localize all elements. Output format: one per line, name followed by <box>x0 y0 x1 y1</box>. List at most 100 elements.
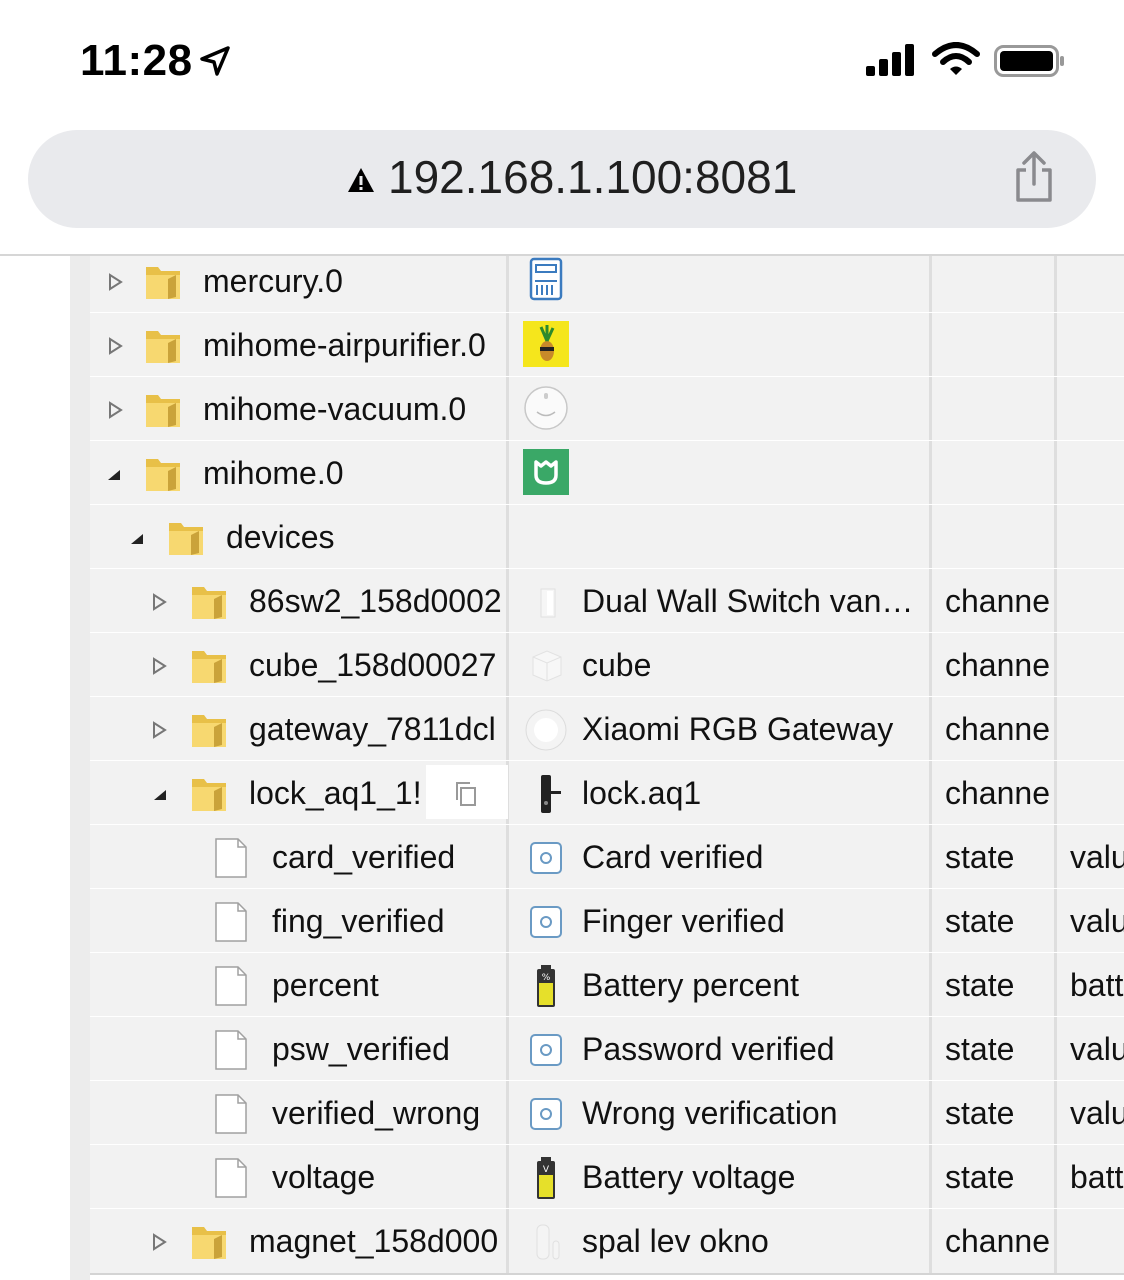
expand-arrow-icon[interactable] <box>150 657 168 675</box>
row-type: state <box>945 967 1015 1003</box>
title-cell <box>509 313 932 377</box>
battery-percent-icon: % <box>537 965 555 1007</box>
type-cell: channe <box>932 697 1057 761</box>
name-cell: psw_verified <box>90 1017 509 1081</box>
role-cell <box>1057 761 1124 825</box>
role-cell <box>1057 377 1124 441</box>
gateway-icon <box>525 709 567 751</box>
collapse-arrow-icon[interactable] <box>150 785 168 803</box>
row-title: Battery percent <box>582 967 799 1003</box>
title-cell <box>509 377 932 441</box>
table-row[interactable]: magnet_158d000 spal lev okno channe <box>90 1208 1124 1275</box>
name-cell: verified_wrong <box>90 1081 509 1145</box>
collapse-arrow-icon[interactable] <box>104 465 122 483</box>
title-cell: cube <box>509 633 932 697</box>
expand-arrow-icon[interactable] <box>150 1233 168 1251</box>
name-cell: card_verified <box>90 825 509 889</box>
share-icon[interactable] <box>1012 150 1056 204</box>
expand-arrow-icon[interactable] <box>150 721 168 739</box>
name-cell: mercury.0 <box>90 256 509 313</box>
table-row[interactable]: psw_verified Password verified state val… <box>90 1016 1124 1083</box>
row-type: channe <box>945 583 1050 619</box>
role-cell <box>1057 256 1124 313</box>
row-role: batt <box>1070 967 1124 1003</box>
row-title: Card verified <box>582 839 764 875</box>
title-cell: lock.aq1 <box>509 761 932 825</box>
row-name: cube_158d00027 <box>249 647 497 683</box>
expand-arrow-icon[interactable] <box>106 273 124 291</box>
state-indicator-icon <box>530 1098 562 1130</box>
name-cell: mihome-vacuum.0 <box>90 377 509 441</box>
table-row[interactable]: mihome-vacuum.0 <box>90 376 1124 443</box>
folder-icon <box>146 331 180 363</box>
cube-icon <box>532 650 562 682</box>
table-row[interactable]: cube_158d00027 cube channe <box>90 632 1124 699</box>
table-row[interactable]: lock_aq1_1! lock.aq1 channe <box>90 760 1124 827</box>
table-row[interactable]: fing_verified Finger verified state valu <box>90 888 1124 955</box>
table-row[interactable]: mercury.0 <box>90 256 1124 315</box>
title-cell <box>509 505 932 569</box>
folder-icon <box>192 715 226 747</box>
folder-icon <box>146 395 180 427</box>
row-title: Wrong verification <box>582 1095 838 1131</box>
folder-icon <box>169 523 203 555</box>
row-role: batt <box>1070 1159 1124 1195</box>
folder-icon <box>192 651 226 683</box>
folder-icon <box>192 1227 226 1259</box>
table-gutter <box>70 256 90 1280</box>
table-row[interactable]: gateway_7811dcl Xiaomi RGB Gateway chann… <box>90 696 1124 763</box>
address-bar[interactable]: 192.168.1.100:8081 <box>28 130 1096 228</box>
file-icon <box>215 1158 247 1198</box>
type-cell <box>932 256 1057 313</box>
row-type: state <box>945 903 1015 939</box>
role-cell <box>1057 697 1124 761</box>
table-row[interactable]: verified_wrong Wrong verification state … <box>90 1080 1124 1147</box>
title-cell: % Battery percent <box>509 953 932 1017</box>
type-cell: state <box>932 1017 1057 1081</box>
table-row[interactable]: 86sw2_158d0002 Dual Wall Switch van… cha… <box>90 568 1124 635</box>
table-row[interactable]: voltage V Battery voltage state batt <box>90 1144 1124 1211</box>
title-cell: Password verified <box>509 1017 932 1081</box>
role-cell <box>1057 633 1124 697</box>
state-indicator-icon <box>530 1034 562 1066</box>
row-name: verified_wrong <box>272 1095 481 1131</box>
table-row[interactable]: mihome.0 <box>90 440 1124 507</box>
expand-arrow-icon[interactable] <box>150 593 168 611</box>
name-cell: lock_aq1_1! <box>90 761 509 825</box>
table-row[interactable]: card_verified Card verified state valu <box>90 824 1124 891</box>
title-cell: Wrong verification <box>509 1081 932 1145</box>
table-row[interactable]: devices <box>90 504 1124 571</box>
role-cell <box>1057 1209 1124 1273</box>
title-cell <box>509 256 932 313</box>
role-cell <box>1057 441 1124 505</box>
role-cell <box>1057 569 1124 633</box>
status-bar: 11:28 <box>0 0 1124 120</box>
type-cell <box>932 313 1057 377</box>
role-cell <box>1057 313 1124 377</box>
folder-icon <box>192 587 226 619</box>
row-title: Password verified <box>582 1031 835 1067</box>
row-role: valu <box>1070 903 1124 939</box>
row-type: state <box>945 839 1015 875</box>
name-cell: magnet_158d000 <box>90 1209 509 1273</box>
name-cell: mihome.0 <box>90 441 509 505</box>
expand-arrow-icon[interactable] <box>106 337 124 355</box>
role-cell <box>1057 505 1124 569</box>
row-name: devices <box>226 519 335 555</box>
state-indicator-icon <box>530 906 562 938</box>
type-cell: state <box>932 1145 1057 1209</box>
row-role: valu <box>1070 1095 1124 1131</box>
name-cell: percent <box>90 953 509 1017</box>
name-cell: cube_158d00027 <box>90 633 509 697</box>
table-row[interactable]: percent % Battery percent state batt <box>90 952 1124 1019</box>
row-title: Dual Wall Switch van… <box>582 583 914 619</box>
table-row[interactable]: mihome-airpurifier.0 <box>90 312 1124 379</box>
copy-id-button[interactable] <box>426 765 508 819</box>
collapse-arrow-icon[interactable] <box>127 529 145 547</box>
type-cell <box>932 377 1057 441</box>
expand-arrow-icon[interactable] <box>106 401 124 419</box>
name-cell: fing_verified <box>90 889 509 953</box>
row-title: Finger verified <box>582 903 785 939</box>
url-text[interactable]: 192.168.1.100:8081 <box>388 150 797 204</box>
svg-text:V: V <box>543 1165 550 1175</box>
